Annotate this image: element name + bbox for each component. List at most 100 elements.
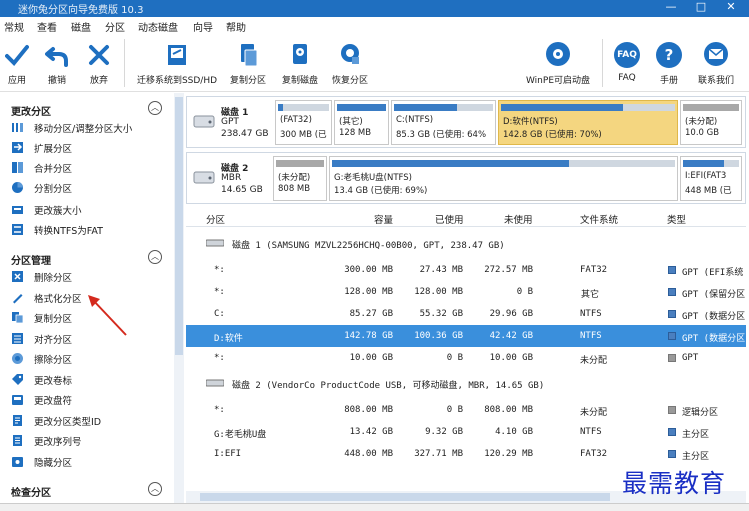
table-row[interactable]: D:软件 142.78 GB 100.36 GB 42.42 GB NTFS GPT (数… [186,325,746,347]
col-filesystem[interactable]: 文件系统 [580,212,618,226]
disk-group-header[interactable]: 磁盘 2 (VendorCo ProductCode USB, 可移动磁盘, M… [186,372,746,394]
collapse-icon[interactable]: ︿ [148,482,162,496]
partition-block-selected[interactable]: D:软件(NTFS) 142.8 GB (已使用: 70%) [498,100,678,145]
cell-filesystem: FAT32 [580,449,608,459]
copy-disk-button[interactable]: 复制磁盘 [278,41,322,86]
move-resize-icon [12,123,23,132]
cell-unused: 42.42 GB [489,331,533,341]
table-row[interactable]: *: 10.00 GB 0 B 10.00 GB 未分配 GPT [186,347,746,369]
sidebar-item-delete[interactable]: 删除分区 [11,268,171,286]
partition-block[interactable]: I:EFI(FAT3 448 MB (已 [680,156,742,201]
partition-size: 300 MB (已 [280,130,327,140]
cell-filesystem: NTFS [580,427,602,437]
menu-partition[interactable]: 分区 [105,19,125,34]
cell-capacity: 10.00 GB [349,353,393,363]
collapse-icon[interactable]: ︿ [148,101,162,115]
scrollbar-thumb[interactable] [175,97,183,355]
partition-fs: D:软件(NTFS) [503,117,558,127]
col-type[interactable]: 类型 [667,212,686,226]
type-square-icon [668,354,676,362]
disk-map-row[interactable]: 磁盘 2 MBR 14.65 GB (未分配) 808 MB G:老毛桃U盘(NT… [186,152,746,204]
scrollbar-thumb[interactable] [200,493,610,501]
partition-block[interactable]: G:老毛桃U盘(NTFS) 13.4 GB (已使用: 69%) [329,156,678,201]
sidebar-item-drive-letter[interactable]: 更改盘符 [11,391,171,409]
manual-button[interactable]: ? 手册 [654,41,684,86]
sidebar-scrollbar[interactable] [174,93,184,511]
table-row[interactable]: C: 85.27 GB 55.32 GB 29.96 GB NTFS GPT (数据分区 [186,303,746,325]
partition-block[interactable]: C:(NTFS) 85.3 GB (已使用: 64% [391,100,496,145]
contact-button[interactable]: 联系我们 [694,41,738,86]
cell-type: 逻辑分区 [682,408,719,418]
sidebar-item-wipe[interactable]: 擦除分区 [11,350,171,368]
partition-size: 13.4 GB (已使用: 69%) [334,186,428,196]
sidebar-item-cluster-size[interactable]: 更改簇大小 [11,201,171,219]
sidebar-item-label: 合并分区 [34,164,73,175]
sidebar-item-label: 分割分区 [34,184,73,195]
minimize-button[interactable]: — [660,0,682,15]
table-row[interactable]: *: 128.00 MB 128.00 MB 0 B 其它 GPT (保留分区 [186,281,746,303]
sidebar-item-split[interactable]: 分割分区 [11,179,171,197]
sidebar-item-ntfs-to-fat[interactable]: 转换NTFS为FAT [11,221,171,239]
cell-unused: 272.57 MB [484,265,533,275]
sidebar-item-serial-number[interactable]: 更改序列号 [11,432,171,450]
cell-capacity: 142.78 GB [344,331,393,341]
disk-info[interactable]: 磁盘 2 MBR 14.65 GB [189,155,273,201]
undo-button[interactable]: 撤销 [44,41,70,86]
apply-button[interactable]: 应用 [4,41,30,86]
sidebar-item-volume-label[interactable]: 更改卷标 [11,371,171,389]
cell-unused: 0 B [516,287,533,297]
wipe-icon [12,353,23,364]
faq-button[interactable]: FAQ FAQ [612,41,642,83]
menu-dynamic-disk[interactable]: 动态磁盘 [138,19,178,34]
table-row[interactable]: I:EFI 448.00 MB 327.71 MB 120.29 MB FAT32 主分区 [186,443,746,465]
cell-type: GPT (EFI系统 [682,268,744,278]
migrate-os-button[interactable]: 迁移系统到SSD/HD [134,41,220,86]
winpe-button[interactable]: WinPE可启动盘 [524,41,592,86]
col-capacity[interactable]: 容量 [374,212,393,226]
disk-group-label: 磁盘 1 (SAMSUNG MZVL2256HCHQ-00B00, GPT, 2… [232,241,505,251]
menu-help[interactable]: 帮助 [226,19,246,34]
disk-info[interactable]: 磁盘 1 GPT 238.47 GB [189,99,273,145]
sidebar-item-label: 更改卷标 [34,376,73,387]
sidebar-item-hide[interactable]: 隐藏分区 [11,453,171,471]
cell-partition: *: [214,405,225,415]
maximize-button[interactable]: □ [690,0,712,15]
sidebar-item-extend[interactable]: 扩展分区 [11,139,171,157]
menu-disk[interactable]: 磁盘 [71,19,91,34]
cell-filesystem: 其它 [580,290,599,300]
partition-block[interactable]: (未分配) 808 MB [273,156,327,201]
collapse-icon[interactable]: ︿ [148,250,162,264]
sidebar-item-label: 擦除分区 [34,355,73,366]
partition-size: 10.0 GB [685,128,720,138]
table-row[interactable]: G:老毛桃U盘 13.42 GB 9.32 GB 4.10 GB NTFS 主分区 [186,421,746,443]
sidebar-item-move-resize[interactable]: 移动分区/调整分区大小 [11,119,171,137]
menu-view[interactable]: 查看 [37,19,57,34]
faq-icon: FAQ [614,42,640,68]
recover-partition-button[interactable]: 恢复分区 [328,41,372,86]
sidebar-item-merge[interactable]: 合并分区 [11,159,171,177]
close-button[interactable]: ✕ [720,0,742,15]
sidebar-item-partition-type-id[interactable]: 更改分区类型ID [11,412,171,430]
cell-used: 100.36 GB [414,331,463,341]
status-bar [0,503,749,511]
partition-block[interactable]: (其它) 128 MB [334,100,389,145]
title-bar: 迷你兔分区向导免费版 10.3 — □ ✕ [0,0,749,17]
copy-partition-button[interactable]: 复制分区 [226,41,270,86]
migrate-icon [168,45,186,65]
table-row[interactable]: *: 300.00 MB 27.43 MB 272.57 MB FAT32 GPT (EF… [186,259,746,281]
partition-fs: G:老毛桃U盘(NTFS) [334,173,412,183]
menu-general[interactable]: 常规 [4,19,24,34]
disk-map-row[interactable]: 磁盘 1 GPT 238.47 GB (FAT32) 300 MB (已 (其它)… [186,96,746,148]
partition-fs: (其它) [339,117,363,127]
watermark: 最需教育 [622,469,727,498]
col-used[interactable]: 已使用 [435,212,464,226]
cell-partition: *: [214,265,225,275]
discard-button[interactable]: 放弃 [86,41,112,86]
col-partition[interactable]: 分区 [206,212,225,226]
partition-block[interactable]: (未分配) 10.0 GB [680,100,742,145]
partition-block[interactable]: (FAT32) 300 MB (已 [275,100,332,145]
menu-wizard[interactable]: 向导 [193,19,213,34]
table-row[interactable]: *: 808.00 MB 0 B 808.00 MB 未分配 逻辑分区 [186,399,746,421]
disk-group-header[interactable]: 磁盘 1 (SAMSUNG MZVL2256HCHQ-00B00, GPT, 2… [186,232,746,254]
col-unused[interactable]: 未使用 [504,212,533,226]
